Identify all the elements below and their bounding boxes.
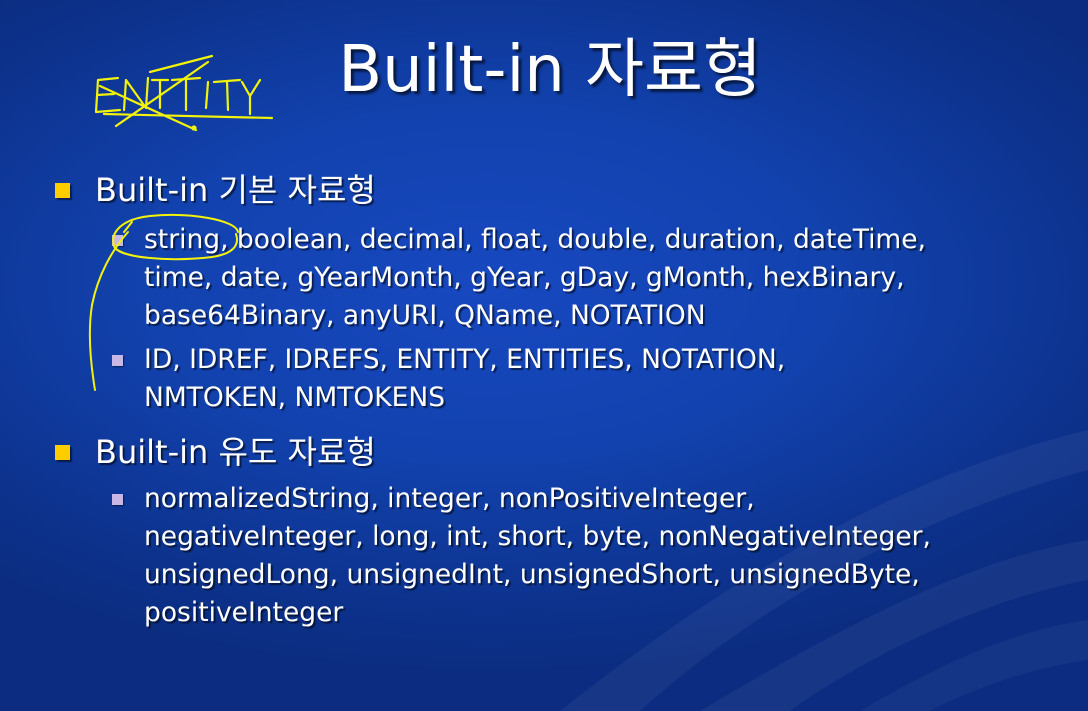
level2-bullet-icon [112,494,123,505]
slide: Built-in 자료형 Built-in 기본 자료형 string, boo… [0,0,1088,711]
slide-title: Built-in 자료형 [338,33,762,107]
level2-bullet-icon [112,355,123,366]
derived-types-list: normalizedString, integer, nonPositiveIn… [144,483,931,628]
level2-bullet-icon [112,235,123,246]
section-heading-basic-types: Built-in 기본 자료형 [95,171,376,209]
attribute-types-list: ID, IDREF, IDREFS, ENTITY, ENTITIES, NOT… [144,344,786,413]
basic-types-list: string, boolean, decimal, float, double,… [144,224,926,331]
level1-bullet-icon [55,445,70,460]
level1-bullet-icon [55,183,70,198]
section-heading-derived-types: Built-in 유도 자료형 [95,433,376,471]
